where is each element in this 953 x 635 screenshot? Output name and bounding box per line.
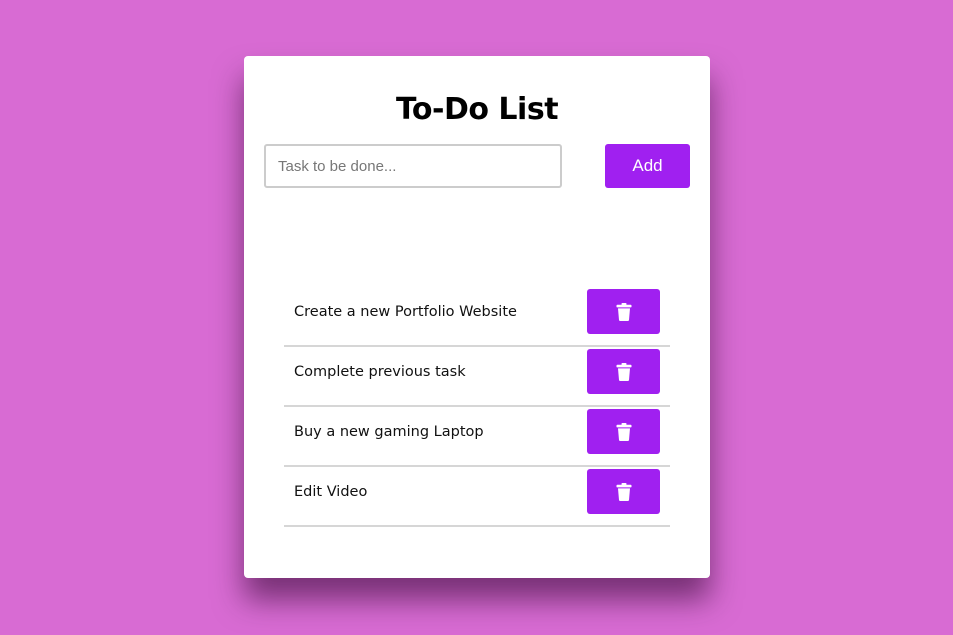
trash-icon <box>616 362 631 381</box>
delete-task-button[interactable] <box>587 349 660 394</box>
delete-task-button[interactable] <box>587 409 660 454</box>
delete-task-button[interactable] <box>587 469 660 514</box>
add-task-button[interactable]: Add <box>605 144 690 188</box>
todo-card: To-Do List Add Create a new Portfolio We… <box>244 56 710 578</box>
page-title: To-Do List <box>395 92 559 127</box>
trash-icon <box>616 422 631 441</box>
task-text: Buy a new gaming Laptop <box>294 424 484 440</box>
trash-icon <box>616 302 631 321</box>
delete-task-button[interactable] <box>587 289 660 334</box>
task-text: Create a new Portfolio Website <box>294 304 517 320</box>
task-text: Edit Video <box>294 484 368 500</box>
task-list: Create a new Portfolio Website Complete … <box>284 287 670 527</box>
trash-icon <box>616 482 631 501</box>
task-item: Edit Video <box>284 467 670 527</box>
task-text: Complete previous task <box>294 364 466 380</box>
task-input[interactable] <box>264 144 562 188</box>
task-item: Create a new Portfolio Website <box>284 287 670 347</box>
task-item: Buy a new gaming Laptop <box>284 407 670 467</box>
task-item: Complete previous task <box>284 347 670 407</box>
